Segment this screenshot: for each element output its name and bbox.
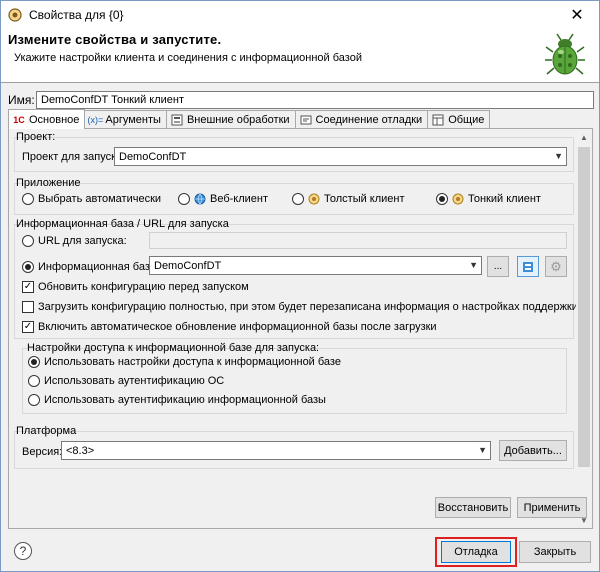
check-full-label: Загрузить конфигурацию полностью, при эт… [38, 301, 578, 313]
app-option-thick-label: Толстый клиент [324, 193, 405, 205]
project-group-label: Проект: [16, 131, 56, 143]
radio-auto[interactable] [22, 193, 34, 205]
url-input[interactable] [149, 232, 567, 249]
version-select-value: <8.3> [66, 444, 95, 457]
app-option-auto[interactable]: Выбрать автоматически [22, 193, 161, 205]
access-option-1-label: Использовать аутентификацию ОС [44, 375, 225, 387]
chevron-down-icon: ▼ [554, 151, 563, 161]
debug-connection-icon [299, 114, 313, 126]
browse-button[interactable]: ... [487, 256, 509, 277]
app-option-thin[interactable]: Тонкий клиент [436, 193, 541, 205]
banner-subheading: Укажите настройки клиента и соединения с… [14, 52, 362, 64]
infobase-option[interactable]: Информационная база: [22, 261, 159, 273]
tab-debug-connection-label: Соединение отладки [315, 113, 423, 126]
name-label: Имя: [8, 93, 35, 107]
access-group-label: Настройки доступа к информационной базе … [27, 342, 320, 354]
name-row: Имя: DemoConfDT Тонкий клиент [8, 91, 594, 109]
database-list-icon [523, 261, 533, 272]
arguments-icon: (x)= [87, 114, 104, 125]
application-group-label: Приложение [16, 177, 81, 189]
name-input[interactable]: DemoConfDT Тонкий клиент [36, 91, 594, 109]
infobase-select[interactable]: DemoConfDT ▼ [149, 256, 482, 275]
infobase-list-button[interactable] [517, 256, 539, 277]
tab-arguments[interactable]: (x)= Аргументы [84, 110, 167, 128]
tab-strip: 1C Основное (x)= Аргументы Внешние обраб… [8, 109, 491, 129]
banner-heading: Измените свойства и запустите. [8, 32, 222, 47]
check-full-row[interactable]: Загрузить конфигурацию полностью, при эт… [22, 301, 578, 313]
app-option-thin-label: Тонкий клиент [468, 193, 541, 205]
app-option-web-label: Веб-клиент [210, 193, 269, 205]
external-icon [170, 114, 184, 126]
panel-scrollbar[interactable]: ▲ ▼ [576, 129, 592, 528]
project-select-value: DemoConfDT [119, 150, 187, 163]
title-bar: Свойства для {0} ✕ [1, 1, 599, 29]
app-icon [8, 8, 22, 22]
scroll-up-icon[interactable]: ▲ [576, 129, 592, 145]
tab-main-label: Основное [29, 113, 80, 126]
thick-client-icon [308, 193, 320, 205]
header-banner: Измените свойства и запустите. Укажите н… [1, 29, 599, 83]
radio-thin[interactable] [436, 193, 448, 205]
radio-url[interactable] [22, 235, 34, 247]
gear-icon: ⚙ [550, 258, 562, 274]
window-title: Свойства для {0} [29, 8, 124, 22]
close-window-button[interactable]: ✕ [555, 1, 599, 29]
add-version-button[interactable]: Добавить... [499, 440, 567, 461]
tab-external[interactable]: Внешние обработки [165, 110, 296, 128]
bug-icon [545, 33, 585, 75]
url-option-label: URL для запуска: [38, 235, 127, 247]
check-full-box[interactable] [22, 301, 34, 313]
infobase-option-label: Информационная база: [38, 261, 160, 273]
tab-arguments-label: Аргументы [105, 113, 161, 126]
radio-thick[interactable] [292, 193, 304, 205]
check-auto-box[interactable]: ✓ [22, 321, 34, 333]
radio-access-0[interactable] [28, 356, 40, 368]
check-update-row[interactable]: ✓ Обновить конфигурацию перед запуском [22, 281, 249, 293]
radio-access-1[interactable] [28, 375, 40, 387]
scroll-thumb[interactable] [578, 147, 590, 467]
check-update-label: Обновить конфигурацию перед запуском [38, 281, 249, 293]
infobase-group-label: Информационная база / URL для запуска [16, 218, 229, 230]
platform-group-label: Платформа [16, 425, 77, 437]
version-label: Версия: [22, 446, 63, 458]
check-update-box[interactable]: ✓ [22, 281, 34, 293]
help-icon[interactable]: ? [14, 542, 32, 560]
app-option-auto-label: Выбрать автоматически [38, 193, 162, 205]
app-option-web[interactable]: Веб-клиент [178, 193, 268, 205]
access-option-0-label: Использовать настройки доступа к информа… [44, 356, 341, 368]
close-button[interactable]: Закрыть [519, 541, 591, 563]
chevron-down-icon: ▼ [478, 445, 487, 455]
debug-button-highlight [435, 537, 517, 567]
tab-debug-connection[interactable]: Соединение отладки [294, 110, 429, 128]
access-option-0[interactable]: Использовать настройки доступа к информа… [28, 356, 341, 368]
tab-main[interactable]: 1C Основное [8, 109, 86, 129]
globe-icon [194, 193, 206, 205]
access-option-2[interactable]: Использовать аутентификацию информационн… [28, 394, 326, 406]
access-option-1[interactable]: Использовать аутентификацию ОС [28, 375, 224, 387]
common-icon [431, 114, 445, 126]
apply-button[interactable]: Применить [517, 497, 587, 518]
project-select[interactable]: DemoConfDT ▼ [114, 147, 567, 166]
settings-button[interactable]: ⚙ [545, 256, 567, 277]
app-option-thick[interactable]: Толстый клиент [292, 193, 405, 205]
tab-content-panel: Проект: Проект для запуска: DemoConfDT ▼… [8, 128, 593, 529]
1c-icon: 1C [13, 114, 25, 125]
tab-external-label: Внешние обработки [186, 113, 290, 126]
radio-web[interactable] [178, 193, 190, 205]
access-option-2-label: Использовать аутентификацию информационн… [44, 394, 326, 406]
project-field-label: Проект для запуска: [22, 151, 126, 163]
tab-common-label: Общие [448, 113, 485, 126]
chevron-down-icon: ▼ [469, 260, 478, 270]
thin-client-icon [452, 193, 464, 205]
url-option[interactable]: URL для запуска: [22, 235, 127, 247]
radio-access-2[interactable] [28, 394, 40, 406]
restore-button[interactable]: Восстановить [435, 497, 511, 518]
properties-dialog: Свойства для {0} ✕ Измените свойства и з… [0, 0, 600, 572]
infobase-select-value: DemoConfDT [154, 259, 222, 272]
version-select[interactable]: <8.3> ▼ [61, 441, 491, 460]
tab-common[interactable]: Общие [427, 110, 491, 128]
check-auto-label: Включить автоматическое обновление инфор… [38, 321, 437, 333]
radio-infobase[interactable] [22, 261, 34, 273]
check-auto-row[interactable]: ✓ Включить автоматическое обновление инф… [22, 321, 437, 333]
